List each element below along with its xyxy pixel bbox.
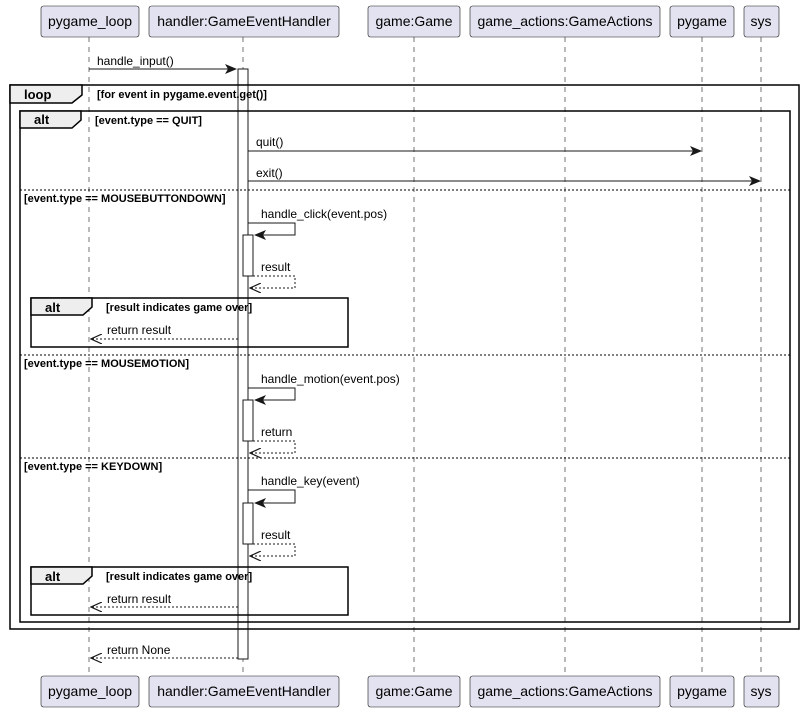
alt-keyword: alt [45, 300, 61, 315]
participant-sys[interactable]: sys [743, 5, 780, 38]
message-label: handle_click(event.pos) [261, 207, 387, 221]
participant-label: pygame_loop [48, 13, 132, 29]
participant-handler[interactable]: handler:GameEventHandler [148, 5, 340, 38]
participant-pygame-bottom[interactable]: pygame [669, 675, 735, 708]
alt-frame-key-result: alt [result indicates game over] [30, 566, 349, 616]
message-click-result[interactable]: result [250, 260, 296, 288]
alt-guard-mousebuttondown: [event.type == MOUSEBUTTONDOWN] [24, 193, 226, 205]
message-handle-input[interactable]: handle_input() [89, 54, 237, 74]
activation-handler-key [242, 502, 254, 545]
participant-label: pygame [677, 683, 727, 699]
participant-label: game:Game [375, 13, 452, 29]
alt-frame-click-result: alt [result indicates game over] [30, 297, 349, 348]
participants-top: pygame_loop handler:GameEventHandler gam… [40, 5, 780, 38]
participants-bottom: pygame_loop handler:GameEventHandler gam… [40, 675, 780, 708]
participant-game[interactable]: game:Game [367, 5, 461, 38]
message-exit[interactable]: exit() [248, 166, 761, 186]
participant-sys-bottom[interactable]: sys [743, 675, 780, 708]
message-return-none[interactable]: return None [91, 643, 238, 658]
participant-pygame[interactable]: pygame [669, 5, 735, 38]
message-click-return[interactable]: return result [91, 323, 238, 339]
participant-label: pygame_loop [48, 683, 132, 699]
message-label: return [261, 425, 292, 439]
message-label: return None [107, 643, 171, 657]
participant-label: handler:GameEventHandler [157, 13, 331, 29]
message-label: handle_key(event) [261, 474, 360, 488]
alt-guard-mousemotion: [event.type == MOUSEMOTION] [24, 358, 189, 370]
alt-frame-main: alt [event.type == QUIT] [event.type == … [19, 110, 791, 623]
activation-handler-motion [242, 399, 254, 442]
message-label: quit() [256, 135, 283, 149]
message-handle-key[interactable]: handle_key(event) [248, 474, 360, 508]
participant-game-actions-bottom[interactable]: game_actions:GameActions [469, 675, 661, 708]
alt-guard-click-result: [result indicates game over] [106, 302, 252, 314]
activation-handler-click [242, 234, 254, 277]
participant-label: game_actions:GameActions [477, 13, 652, 29]
alt-guard-keydown: [event.type == KEYDOWN] [24, 461, 162, 473]
alt-guard-quit: [event.type == QUIT] [95, 115, 202, 127]
participant-label: game:Game [375, 683, 452, 699]
message-handle-motion[interactable]: handle_motion(event.pos) [248, 372, 400, 405]
participant-handler-bottom[interactable]: handler:GameEventHandler [148, 675, 340, 708]
message-label: handle_input() [97, 54, 174, 68]
participant-game-actions[interactable]: game_actions:GameActions [469, 5, 661, 38]
participant-label: handler:GameEventHandler [157, 683, 331, 699]
message-label: return result [107, 323, 172, 337]
participant-pygame-loop[interactable]: pygame_loop [40, 5, 140, 38]
message-key-result[interactable]: result [250, 528, 296, 556]
participant-label: sys [751, 683, 772, 699]
message-label: handle_motion(event.pos) [261, 372, 400, 386]
participant-label: game_actions:GameActions [477, 683, 652, 699]
message-handle-click[interactable]: handle_click(event.pos) [248, 207, 387, 240]
message-label: result [261, 528, 291, 542]
message-quit[interactable]: quit() [248, 135, 702, 156]
participant-label: pygame [677, 13, 727, 29]
alt-keyword: alt [34, 112, 50, 127]
message-label: result [261, 260, 291, 274]
message-motion-return[interactable]: return [250, 425, 296, 453]
participant-game-bottom[interactable]: game:Game [367, 675, 461, 708]
message-key-return[interactable]: return result [91, 592, 238, 607]
participant-pygame-loop-bottom[interactable]: pygame_loop [40, 675, 140, 708]
loop-guard: [for event in pygame.event.get()] [97, 89, 267, 101]
alt-keyword: alt [45, 569, 61, 584]
participant-label: sys [751, 13, 772, 29]
message-label: return result [107, 592, 172, 606]
loop-keyword: loop [24, 87, 51, 102]
alt-guard-key-result: [result indicates game over] [106, 571, 252, 583]
message-label: exit() [256, 166, 283, 180]
loop-frame: loop [for event in pygame.event.get()] [9, 84, 800, 630]
